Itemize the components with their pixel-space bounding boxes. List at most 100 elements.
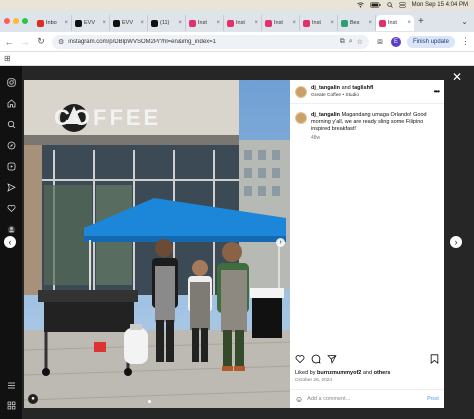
close-tab-icon[interactable]: × [368,20,372,26]
battery-icon[interactable] [369,2,381,8]
tab-search-button[interactable]: ⌄ [461,17,468,26]
post-date[interactable]: October 26, 2024 [295,378,332,383]
comment-icon[interactable] [311,354,321,366]
back-button[interactable]: ← [4,37,14,47]
minimize-window-button[interactable] [13,18,19,24]
close-tab-icon[interactable]: × [178,20,182,26]
emoji-icon[interactable]: ☺ [295,395,303,404]
post-details-panel: dj_tangalin and taglishfl Greate Coffee … [290,80,444,408]
close-tab-icon[interactable]: × [292,20,296,26]
zoom-window-button[interactable] [22,18,28,24]
post-caption: dj_tangalin Magandang umaga Orlando! Goo… [295,112,441,141]
close-tab-icon[interactable]: × [330,20,334,26]
tab-label: Inst [198,20,207,26]
x-icon [75,19,82,27]
wifi-icon[interactable] [356,2,364,8]
tab-list: Inbo × EVV × EVV × (11) × Inst × Inst × Inst × Inst × Be… [34,11,414,31]
profile-avatar[interactable]: E [390,36,401,47]
extensions-icon[interactable]: ⧈ [375,36,385,47]
forward-button[interactable]: → [20,37,30,47]
comment-box: ☺ Add a comment... Post [290,389,444,408]
browser-tab[interactable]: (11) × [148,15,186,31]
like-heart-icon[interactable] [295,354,305,366]
liked-and: and [362,370,373,376]
instagram-icon [379,19,386,27]
explore-icon[interactable] [5,139,17,151]
tab-label: EVV [84,20,96,26]
finish-update-button[interactable]: Finish update [406,35,455,48]
coffee-sign-text: COFFEE [54,105,161,130]
search-icon[interactable] [5,118,17,130]
install-app-icon[interactable]: ⧉ [340,38,345,46]
next-post-arrow-icon[interactable]: › [450,236,462,248]
tab-strip: Inbo × EVV × EVV × (11) × Inst × Inst × Inst × Inst × Be… [0,10,474,32]
apps-grid-icon[interactable]: ⊞ [4,54,11,63]
browser-tab[interactable]: Inst × [186,15,224,31]
control-center-icon[interactable] [398,2,406,8]
browser-menu-icon[interactable]: ⋮ [461,36,470,47]
browser-tab[interactable]: EVV × [72,15,110,31]
notifications-heart-icon[interactable] [5,202,17,214]
new-tab-button[interactable]: + [418,16,424,27]
likes-summary: Liked by burnzmummyof2 and others [295,370,390,376]
profile-avatar-icon[interactable] [5,223,17,235]
carousel-dots [148,400,161,403]
also-from-meta-icon[interactable] [5,399,17,411]
close-tab-icon[interactable]: × [254,20,258,26]
next-image-arrow-icon[interactable]: › [276,238,285,247]
caption-age[interactable]: 48w [311,135,441,141]
site-info-icon[interactable]: ⚙ [58,38,64,46]
caption-username[interactable]: dj_tangalin [311,112,340,118]
home-icon[interactable] [5,97,17,109]
window-controls [4,18,28,24]
liked-username[interactable]: burnzmummyof2 [317,370,361,376]
browser-tab[interactable]: Inst × [300,15,338,31]
save-bookmark-icon[interactable] [430,354,439,366]
tab-label: Inst [312,20,321,26]
x-icon [151,19,158,27]
more-menu-icon[interactable] [5,379,17,391]
share-icon[interactable] [327,354,337,366]
comment-input[interactable]: Add a comment... [307,396,423,402]
caption-avatar[interactable] [295,112,307,124]
browser-tab[interactable]: Inbo × [34,15,72,31]
browser-tab[interactable]: Bes × [338,15,376,31]
liked-others-link[interactable]: others [374,370,391,376]
instagram-logo-icon[interactable] [5,76,17,88]
browser-tab[interactable]: Inst × [376,15,414,31]
close-tab-icon[interactable]: × [407,20,411,26]
toolbar: ← → ↻ ⚙ instagram.com/p/DBlpWVSOM2P/?hl=… [0,32,474,52]
reload-button[interactable]: ↻ [36,36,46,47]
author-avatar[interactable] [295,85,307,98]
tab-label: EVV [122,20,134,26]
url-text[interactable]: instagram.com/p/DBlpWVSOM2P/?hl=en&img_i… [68,39,335,45]
post-photo[interactable]: COFFEE ● › [24,80,290,408]
liked-prefix: Liked by [295,370,316,376]
close-tab-icon[interactable]: × [102,20,106,26]
clock[interactable]: Mon Sep 15 4:04 PM [412,2,468,8]
audio-tag-icon[interactable]: ● [28,394,38,404]
close-tab-icon[interactable]: × [140,20,144,26]
close-window-button[interactable] [4,18,10,24]
messages-icon[interactable] [5,181,17,193]
more-options-icon[interactable]: ••• [434,87,440,96]
address-bar[interactable]: ⚙ instagram.com/p/DBlpWVSOM2P/?hl=en&img… [52,34,369,49]
tab-label: Inst [388,20,397,26]
browser-tab[interactable]: Inst × [262,15,300,31]
close-modal-icon[interactable]: ✕ [452,70,462,84]
previous-post-arrow-icon[interactable]: ‹ [4,236,16,248]
reels-icon[interactable] [5,160,17,172]
tab-label: Bes [350,20,360,26]
close-tab-icon[interactable]: × [216,20,220,26]
zoom-icon[interactable]: ⌕ [349,38,353,46]
collab-username[interactable]: taglishfl [352,85,373,91]
bookmark-star-icon[interactable]: ☆ [357,38,363,46]
post-comment-button[interactable]: Post [427,396,439,402]
tab-label: (11) [160,20,170,26]
browser-tab[interactable]: EVV × [110,15,148,31]
author-username[interactable]: dj_tangalin [311,85,340,91]
browser-tab[interactable]: Inst × [224,15,262,31]
close-tab-icon[interactable]: × [64,20,68,26]
post-location[interactable]: Greate Coffee • Studio [311,92,430,99]
search-icon[interactable] [386,2,393,8]
